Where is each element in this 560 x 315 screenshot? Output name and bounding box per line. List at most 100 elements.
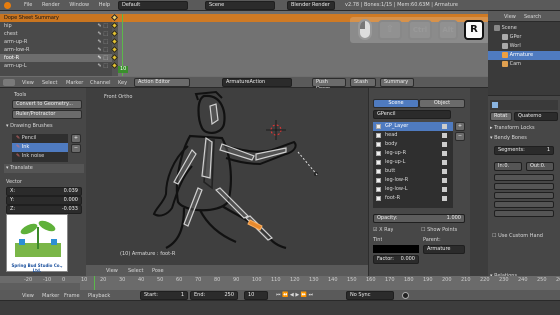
menu-select[interactable]: Select — [42, 80, 57, 86]
tint-color-swatch[interactable] — [373, 245, 419, 253]
layer-checkbox[interactable] — [376, 178, 381, 183]
menu-key[interactable]: Key — [118, 80, 127, 86]
channel-toggle-icons[interactable]: ✎ ⬚ — [97, 30, 108, 38]
bbone-field[interactable] — [494, 201, 554, 208]
gp-layer-item[interactable]: leg-up-R — [373, 149, 453, 158]
summary-toggle[interactable]: Summary — [380, 78, 414, 87]
channel-toggle-icons[interactable]: ✎ ⬚ — [97, 22, 108, 30]
tab-icon[interactable] — [492, 102, 498, 108]
next-key-icon[interactable]: ⏩ — [301, 292, 309, 298]
vector-y-field[interactable]: Y: 0.000 — [6, 196, 82, 205]
menu-marker-timeline[interactable]: Marker — [42, 293, 59, 299]
gpencil-datablock[interactable]: GPencil — [373, 110, 451, 119]
outliner-item-gpencil[interactable]: GPer — [488, 33, 560, 42]
gp-layer-item[interactable]: leg-low-L — [373, 185, 453, 194]
menu-window[interactable]: Window — [69, 2, 89, 8]
current-frame-field[interactable]: 10 — [244, 291, 268, 300]
channel-toggle-icons[interactable]: ✎ ⬚ — [97, 38, 108, 46]
menu-view[interactable]: View — [22, 80, 34, 86]
timeline-playhead[interactable] — [94, 276, 95, 290]
menu-select-viewport[interactable]: Select — [128, 268, 143, 274]
show-points-checkbox[interactable]: ☐ Show Points — [421, 226, 457, 235]
gp-layer-item[interactable]: foot-R — [373, 194, 453, 203]
brush-item-ink[interactable]: ✎ Ink — [12, 143, 68, 152]
transform-locks-header[interactable]: ▸ Transform Locks — [490, 124, 558, 133]
timeline[interactable]: -20 -10 0 10 20 30 40 50 60 70 80 90 100 110 120 130 140… — [0, 276, 560, 290]
channel-toggle-icons[interactable]: ✎ ⬚ — [97, 62, 108, 70]
outliner-search[interactable]: Search — [524, 14, 541, 20]
layer-lock-icon[interactable] — [442, 178, 447, 183]
translate-panel-header[interactable]: ▾ Translate — [4, 164, 84, 173]
outliner-item-scene[interactable]: Scene — [488, 24, 560, 33]
dopesheet-channel[interactable]: arm-up-R ✎ ⬚ — [0, 38, 112, 46]
ruler-protractor-button[interactable]: Ruler/Protractor — [12, 110, 82, 119]
outliner-item-world[interactable]: Worl — [488, 42, 560, 51]
opacity-slider[interactable]: Opacity: 1.000 — [373, 214, 465, 223]
tab-object[interactable]: Object — [419, 99, 465, 108]
layout-selector[interactable]: Default — [118, 1, 188, 10]
render-engine-selector[interactable]: Blender Render — [287, 1, 335, 10]
convert-to-geometry-button[interactable]: Convert to Geometry... — [12, 100, 82, 109]
remove-brush-button[interactable]: − — [71, 144, 81, 153]
menu-render[interactable]: Render — [42, 2, 60, 8]
blender-logo-icon[interactable] — [4, 2, 11, 9]
dopesheet-channel[interactable]: hip ✎ ⬚ — [0, 22, 112, 30]
gp-layer-item[interactable]: leg-low-R — [373, 176, 453, 185]
gp-layer-item[interactable]: body — [373, 140, 453, 149]
ease-in-field[interactable]: In:0. — [494, 162, 522, 171]
menu-file[interactable]: File — [24, 2, 32, 8]
remove-layer-button[interactable]: − — [455, 132, 465, 141]
gp-layer-item[interactable]: leg-up-L — [373, 158, 453, 167]
add-layer-button[interactable]: + — [455, 122, 465, 131]
dopesheet-channel[interactable]: arm-low-R ✎ ⬚ — [0, 46, 112, 54]
segments-field[interactable]: Segments: 1 — [494, 146, 554, 155]
dopesheet-channel[interactable]: Dope Sheet Summary — [0, 14, 112, 22]
parent-selector[interactable]: Armature — [423, 245, 465, 254]
factor-field[interactable]: Factor: 0.000 — [373, 255, 419, 264]
layer-checkbox[interactable] — [376, 124, 381, 129]
layer-lock-icon[interactable] — [442, 151, 447, 156]
vector-x-field[interactable]: X: 0.039 — [6, 187, 82, 196]
gp-layer-item[interactable]: GP_Layer — [373, 122, 453, 131]
prev-key-icon[interactable]: ⏪ — [282, 292, 290, 298]
dopesheet-channel[interactable]: foot-R ✎ ⬚ — [0, 54, 112, 62]
menu-playback-timeline[interactable]: Playback — [88, 293, 110, 299]
drawing-brushes-header[interactable]: ▾ Drawing Brushes — [6, 122, 84, 131]
ease-out-field[interactable]: Out:0. — [526, 162, 554, 171]
layer-lock-icon[interactable] — [442, 187, 447, 192]
editor-type-icon[interactable] — [3, 79, 15, 86]
mode-selector[interactable]: Action Editor — [134, 78, 190, 87]
dopesheet-channel[interactable]: chest ✎ ⬚ — [0, 30, 112, 38]
record-icon[interactable] — [402, 292, 409, 299]
layer-lock-icon[interactable] — [442, 160, 447, 165]
menu-view-timeline[interactable]: View — [22, 293, 34, 299]
brush-item-pencil[interactable]: ✎ Pencil — [12, 134, 68, 143]
push-down-button[interactable]: Push Down — [312, 78, 346, 92]
outliner-item-armature[interactable]: Armature — [488, 51, 560, 60]
scene-selector[interactable]: Scene — [205, 1, 275, 10]
brush-item-ink-noise[interactable]: ✎ Ink noise — [12, 152, 68, 161]
menu-channel[interactable]: Channel — [90, 80, 111, 86]
layer-lock-icon[interactable] — [442, 169, 447, 174]
vector-z-field[interactable]: Z: -0.033 — [6, 205, 82, 214]
add-brush-button[interactable]: + — [71, 134, 81, 143]
gp-layer-item[interactable]: head — [373, 131, 453, 140]
layer-lock-icon[interactable] — [442, 142, 447, 147]
start-frame-field[interactable]: Start: 1 — [140, 291, 188, 300]
menu-frame-timeline[interactable]: Frame — [64, 293, 80, 299]
menu-help[interactable]: Help — [99, 2, 110, 8]
layer-checkbox[interactable] — [376, 169, 381, 174]
gp-layer-item[interactable]: butt — [373, 167, 453, 176]
menu-pose[interactable]: Pose — [152, 268, 164, 274]
layer-checkbox[interactable] — [376, 151, 381, 156]
layer-checkbox[interactable] — [376, 133, 381, 138]
rotation-mode-selector[interactable]: Quaterno — [514, 112, 558, 121]
dopesheet-channel[interactable]: arm-up-L ✎ ⬚ — [0, 62, 112, 70]
use-custom-handles-checkbox[interactable]: ☐ Use Custom Hand — [492, 232, 543, 241]
layer-lock-icon[interactable] — [442, 196, 447, 201]
menu-marker[interactable]: Marker — [66, 80, 83, 86]
layer-checkbox[interactable] — [376, 142, 381, 147]
jump-end-icon[interactable]: ⏭ — [309, 292, 314, 298]
channel-toggle-icons[interactable]: ✎ ⬚ — [97, 46, 108, 54]
layer-checkbox[interactable] — [376, 187, 381, 192]
